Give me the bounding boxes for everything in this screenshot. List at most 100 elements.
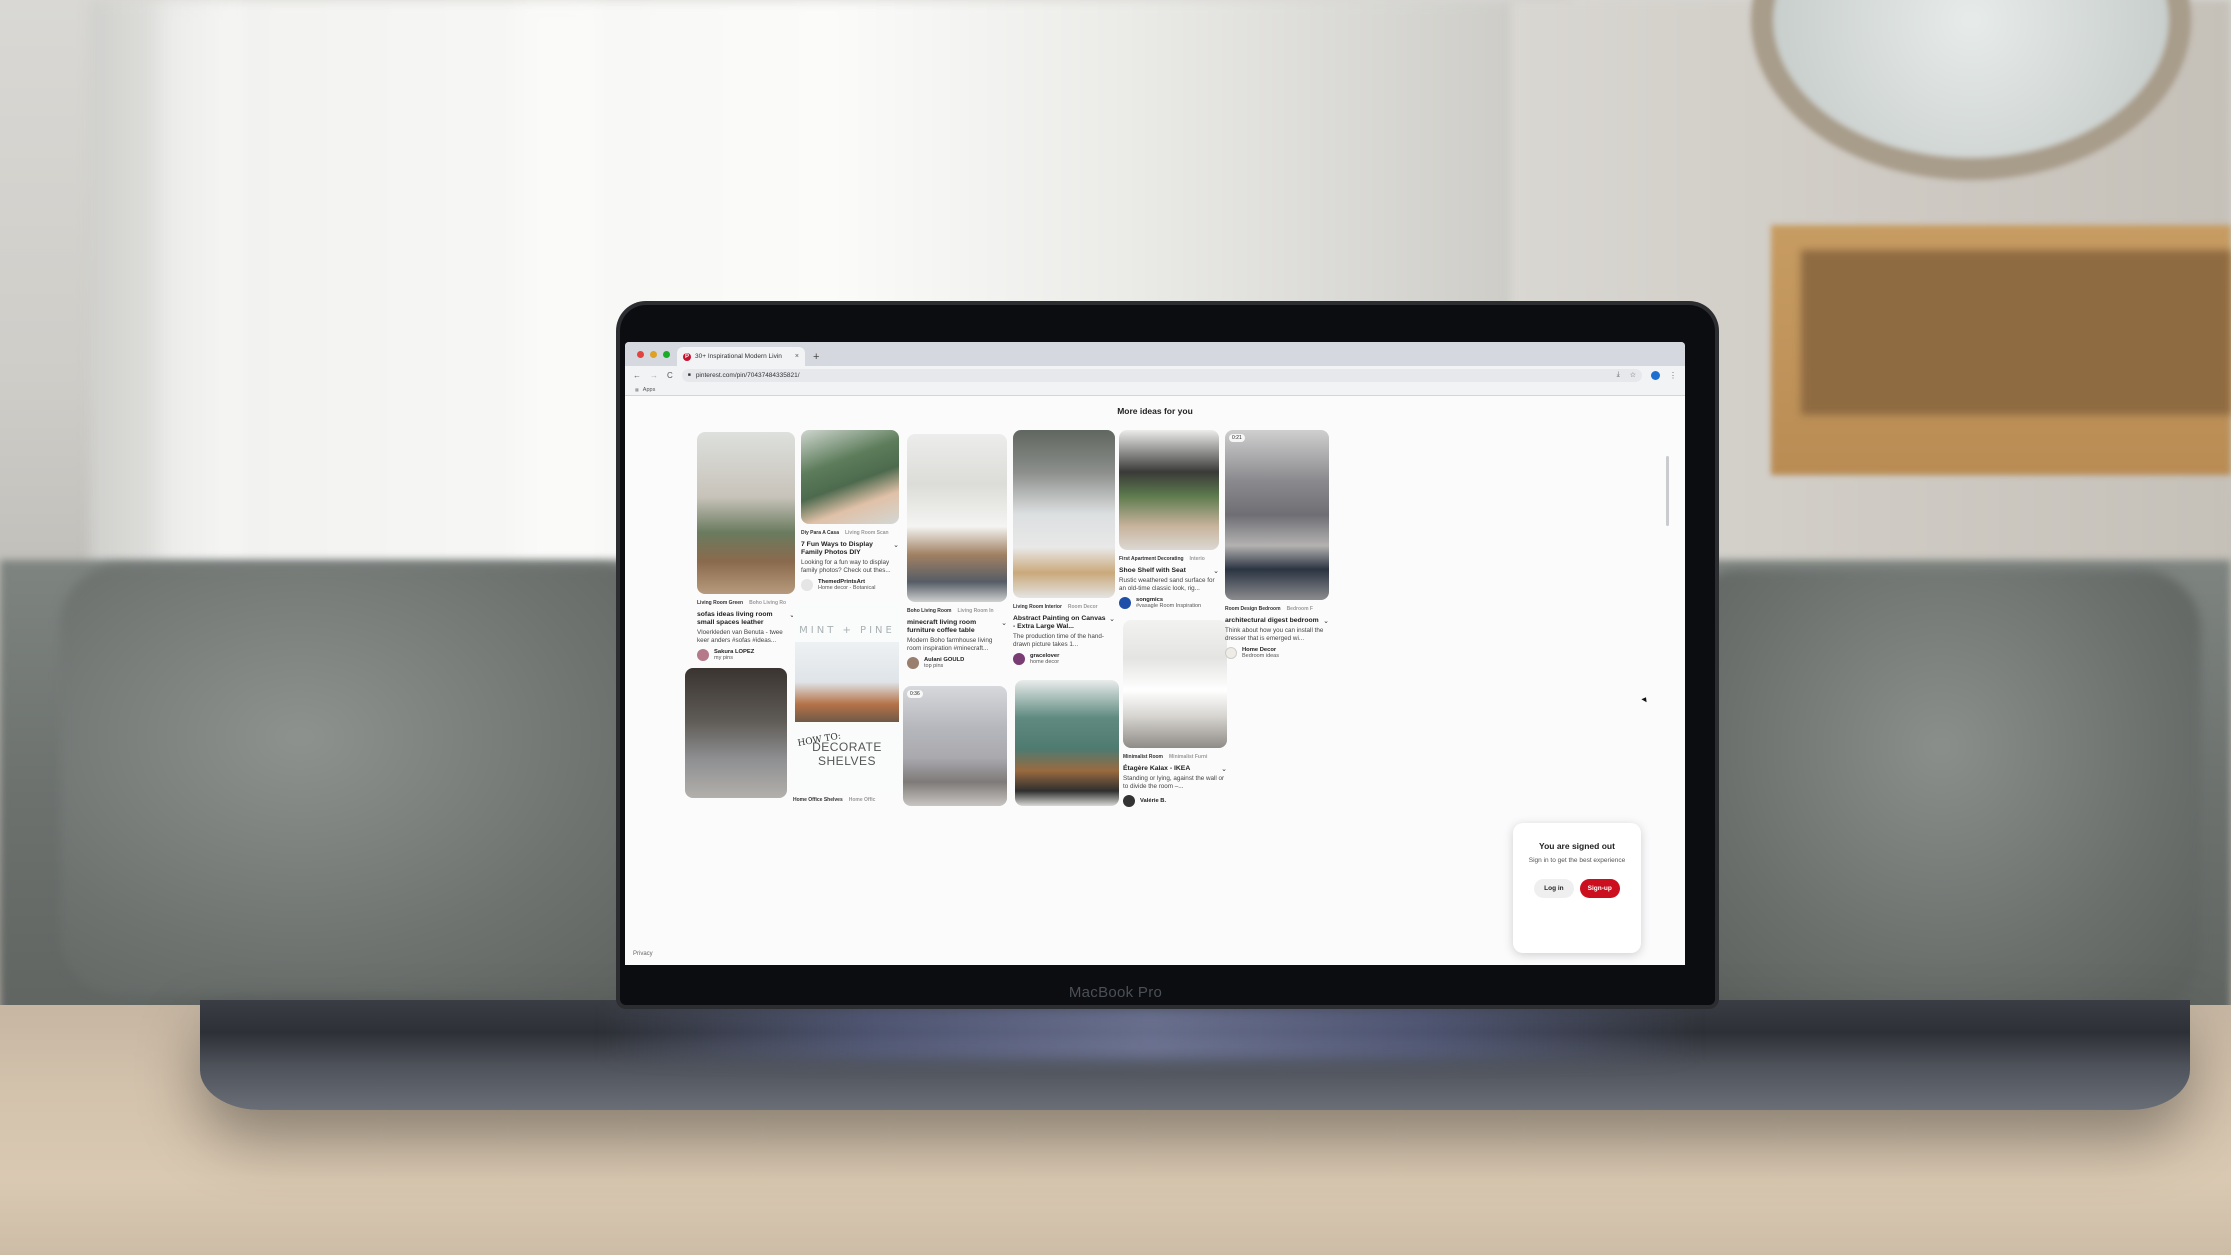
avatar (1123, 794, 1135, 807)
profile-avatar[interactable] (1651, 370, 1660, 380)
pin-author[interactable]: Sakura LOPEZ my pins (697, 649, 795, 662)
curtain (160, 0, 240, 640)
apps-grid-icon[interactable]: ▦ (635, 387, 639, 392)
mouse-cursor-icon (1641, 695, 1649, 703)
close-tab-icon[interactable]: × (795, 353, 799, 360)
board-name: my pins (714, 655, 733, 662)
pin-image[interactable] (1015, 680, 1119, 806)
pin-description: Think about how you can install the dres… (1225, 627, 1324, 643)
pin-image[interactable]: MINT + PINE HOW TO: DECORATE SHELVES (793, 601, 901, 791)
pin-author[interactable]: ThemedPrintsArt Home decor - Botanical (801, 579, 899, 592)
chevron-down-icon[interactable]: ⌄ (1109, 615, 1115, 631)
chip[interactable]: Living Room In (957, 608, 993, 614)
close-window-button[interactable] (637, 351, 644, 358)
chip[interactable]: Living Room Scan (845, 530, 889, 536)
pin-card[interactable]: First Apartment Decorating Interio Shoe … (1119, 430, 1219, 609)
board-name: Bedroom ideas (1242, 652, 1279, 659)
pin-image[interactable]: 0:21 (1225, 430, 1329, 600)
chip[interactable]: Living Room Interior (1013, 604, 1062, 610)
pin-card[interactable]: Living Room Green Boho Living Ro sofas i… (697, 432, 795, 662)
privacy-link[interactable]: Privacy (633, 951, 653, 957)
chevron-down-icon[interactable]: ⌄ (893, 541, 899, 557)
pin-author[interactable]: Home Decor Bedroom ideas (1225, 646, 1329, 659)
install-icon[interactable]: ⤓ (1617, 371, 1620, 379)
tab-title: 30+ Inspirational Modern Livin (695, 353, 782, 360)
pin-card[interactable]: Boho Living Room Living Room In minecraf… (907, 434, 1007, 670)
pin-card[interactable] (1015, 680, 1119, 806)
pin-title[interactable]: Étagère Kalax - IKEA (1123, 765, 1190, 773)
board-name: top pins (924, 663, 944, 670)
pin-title[interactable]: minecraft living room furniture coffee t… (907, 619, 1001, 635)
browser-tab[interactable]: P 30+ Inspirational Modern Livin × (677, 347, 805, 366)
curtain (520, 0, 600, 640)
pin-image[interactable] (1013, 430, 1115, 598)
pin-title[interactable]: Shoe Shelf with Seat (1119, 567, 1186, 575)
pin-title[interactable]: Abstract Painting on Canvas - Extra Larg… (1013, 615, 1109, 631)
forward-icon[interactable]: → (650, 371, 658, 380)
apps-bookmark[interactable]: Apps (643, 387, 656, 393)
pin-title[interactable]: 7 Fun Ways to Display Family Photos DIY (801, 541, 893, 557)
pin-author[interactable]: gracelover home decor (1013, 653, 1115, 666)
pin-card[interactable] (685, 668, 787, 798)
pin-image[interactable] (697, 432, 795, 594)
avatar (1225, 646, 1237, 659)
bookmark-star-icon[interactable]: ☆ (1630, 371, 1636, 379)
pin-image[interactable] (1123, 620, 1227, 748)
chip[interactable]: Room Decor (1068, 604, 1098, 610)
minimize-window-button[interactable] (650, 351, 657, 358)
chip[interactable]: Interio (1190, 556, 1205, 562)
chip[interactable]: Living Room Green (697, 600, 743, 606)
chip[interactable]: Minimalist Furni (1169, 754, 1207, 760)
chip[interactable]: Home Offic (849, 797, 876, 803)
chip[interactable]: Bedroom F (1287, 606, 1313, 612)
bookmarks-bar: ▦ Apps (625, 384, 1685, 396)
pin-author[interactable]: songmics #vasagle Room Inspiration (1119, 596, 1219, 609)
pin-description: Looking for a fun way to display family … (801, 559, 891, 575)
pin-card[interactable]: Living Room Interior Room Decor Abstract… (1013, 430, 1115, 666)
pin-card[interactable]: 0:21 Room Design Bedroom Bedroom F archi… (1225, 430, 1329, 659)
chevron-down-icon[interactable]: ⌄ (1221, 765, 1227, 773)
pin-title[interactable]: architectural digest bedroom (1225, 617, 1319, 625)
chip[interactable]: Diy Para A Casa (801, 530, 839, 536)
headline-line-2: SHELVES (818, 754, 876, 769)
pin-card[interactable]: Diy Para A Casa Living Room Scan 7 Fun W… (801, 430, 899, 592)
chevron-down-icon[interactable]: ⌄ (1001, 619, 1007, 635)
chip[interactable]: Room Design Bedroom (1225, 606, 1281, 612)
pin-card[interactable]: 0:36 (903, 686, 1007, 806)
pin-author[interactable]: Valérie B. (1123, 794, 1227, 807)
chevron-down-icon[interactable]: ⌄ (1323, 617, 1329, 625)
video-duration: 0:21 (1229, 434, 1245, 442)
pin-card[interactable]: MINT + PINE HOW TO: DECORATE SHELVES Hom… (793, 601, 901, 803)
pin-title[interactable]: sofas ideas living room small spaces lea… (697, 611, 789, 627)
board-name: home decor (1030, 659, 1060, 666)
pin-image[interactable] (685, 668, 787, 798)
scrollbar[interactable] (1666, 456, 1669, 526)
address-bar[interactable]: ■ pinterest.com/pin/70437484335821/ ⤓ ☆ (681, 368, 1642, 382)
new-tab-button[interactable]: + (813, 351, 819, 363)
avatar (697, 649, 709, 662)
browser-toolbar: ← → C ■ pinterest.com/pin/70437484335821… (625, 366, 1685, 384)
pin-card[interactable]: Minimalist Room Minimalist Furni Étagère… (1123, 620, 1227, 807)
reload-icon[interactable]: C (667, 371, 673, 380)
login-button[interactable]: Log in (1534, 879, 1574, 899)
chip[interactable]: First Apartment Decorating (1119, 556, 1184, 562)
avatar (801, 579, 813, 592)
back-icon[interactable]: ← (633, 371, 641, 380)
pin-image[interactable] (801, 430, 899, 524)
pinterest-page: More ideas for you Living Room Green Boh… (625, 396, 1685, 965)
pin-image[interactable] (1119, 430, 1219, 550)
menu-kebab-icon[interactable]: ⋮ (1669, 371, 1677, 380)
signup-button[interactable]: Sign-up (1579, 879, 1620, 899)
pin-author[interactable]: Aulani GOULD top pins (907, 657, 1007, 670)
pin-description: Rustic weathered sand surface for an old… (1119, 577, 1215, 593)
chip[interactable]: Boho Living Ro (749, 600, 786, 606)
mint-pine-logo: MINT + PINE (799, 625, 895, 636)
maximize-window-button[interactable] (663, 351, 670, 358)
pin-image[interactable] (907, 434, 1007, 602)
chevron-down-icon[interactable]: ⌄ (1213, 567, 1219, 575)
pin-image[interactable]: 0:36 (903, 686, 1007, 806)
chip[interactable]: Home Office Shelves (793, 797, 843, 803)
chip[interactable]: Boho Living Room (907, 608, 951, 614)
url-text: pinterest.com/pin/70437484335821/ (695, 371, 800, 379)
chip[interactable]: Minimalist Room (1123, 754, 1163, 760)
